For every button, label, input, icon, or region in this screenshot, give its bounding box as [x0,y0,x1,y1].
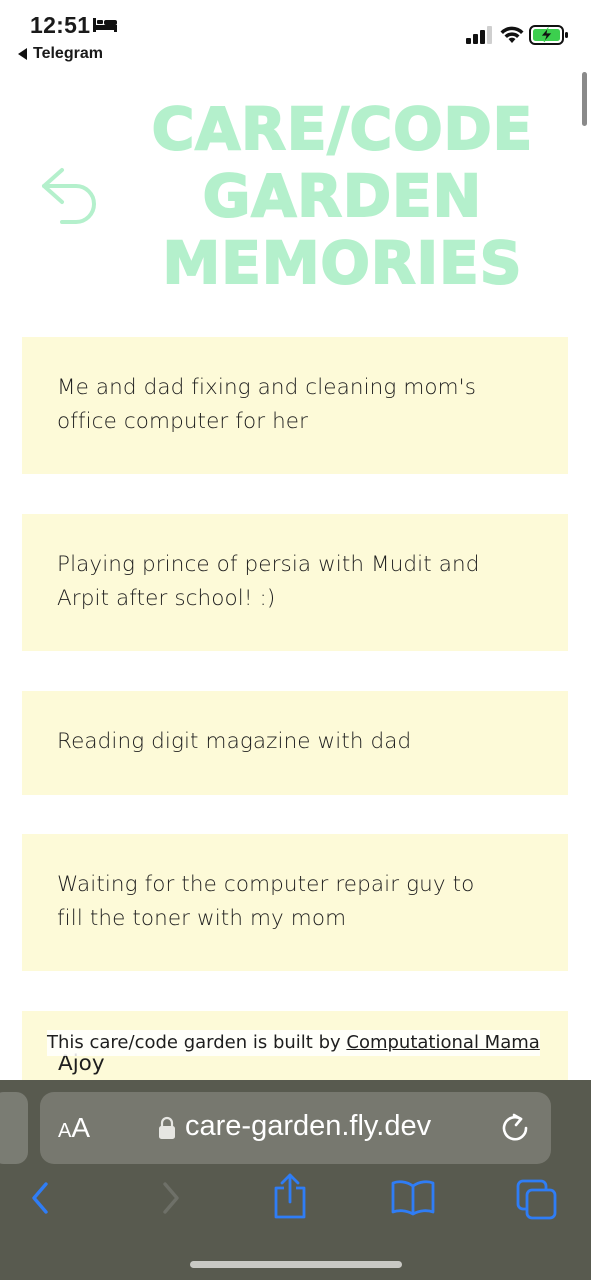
title-line: CARE/CODE [151,95,534,164]
back-to-telegram[interactable]: Telegram [18,45,103,63]
home-indicator[interactable] [190,1261,402,1268]
memory-text: Waiting for the computer repair guy to f… [57,872,475,931]
status-bar: 12:51 Telegram [0,0,591,72]
status-time: 12:51 [30,12,91,38]
bookmarks-icon[interactable] [390,1178,436,1216]
share-icon[interactable] [270,1172,310,1220]
url-text[interactable]: care-garden.fly.dev [185,1110,431,1143]
computational-mama-link[interactable]: Computational Mama [346,1032,539,1053]
memory-text: Reading digit magazine with dad [57,729,412,754]
page-title: CARE/CODE GARDEN MEMORIES [120,95,565,298]
forward-icon[interactable] [155,1178,185,1218]
footer-prefix: This care/code garden is built by [47,1032,347,1053]
battery-charging-icon [529,25,568,45]
memory-text: Me and dad fixing and cleaning mom's off… [57,375,476,434]
title-line: GARDEN [202,162,483,231]
signal-icon [466,26,492,44]
memory-card: Waiting for the computer repair guy to f… [22,834,568,971]
aa-small: A [58,1120,72,1142]
aa-big: A [71,1112,91,1143]
lock-icon [159,1116,175,1139]
back-triangle-icon [18,48,27,60]
footer-credit: This care/code garden is built by Comput… [47,1030,540,1056]
title-line: MEMORIES [162,229,523,298]
reader-aa-button[interactable]: AA [58,1112,90,1144]
undo-arrow-icon[interactable] [38,164,100,226]
wifi-icon [500,26,524,43]
reload-icon[interactable] [499,1112,531,1144]
memory-card: Me and dad fixing and cleaning mom's off… [22,337,568,474]
memory-text: Playing prince of persia with Mudit and … [57,552,480,611]
bed-icon [93,18,117,32]
tabs-icon[interactable] [514,1177,560,1221]
memory-card: Reading digit magazine with dad [22,691,568,795]
memory-card: Playing prince of persia with Mudit and … [22,514,568,651]
previous-tab-preview[interactable] [0,1092,28,1164]
back-icon[interactable] [26,1178,56,1218]
scroll-indicator[interactable] [582,72,587,126]
back-app-label: Telegram [33,45,103,62]
